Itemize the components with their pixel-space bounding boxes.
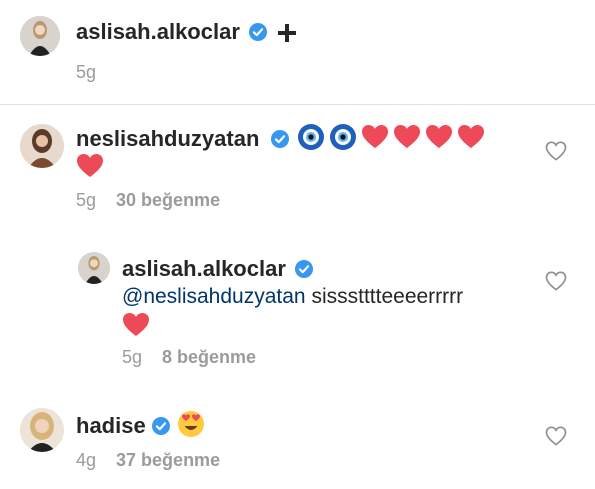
commenter-avatar[interactable] (20, 408, 64, 452)
reply-meta: 5g 8 beğenme (122, 347, 256, 368)
red-heart-icon (76, 152, 104, 180)
comment-likes[interactable]: 30 beğenme (116, 190, 220, 210)
author-avatar[interactable] (20, 16, 60, 56)
post-time: 5g (76, 62, 97, 82)
nazar-amulet-icon (329, 123, 357, 151)
mention-link[interactable]: @neslisahduzyatan (122, 285, 306, 308)
red-heart-icon (122, 311, 150, 339)
reply-likes[interactable]: 8 beğenme (162, 347, 256, 367)
like-heart-icon[interactable] (545, 271, 567, 291)
verified-badge-icon (295, 260, 313, 278)
verified-badge-icon (271, 130, 289, 148)
like-heart-icon[interactable] (545, 426, 567, 446)
verified-badge-icon (249, 23, 267, 41)
comment-username[interactable]: hadise (76, 413, 146, 439)
comment-username[interactable]: neslisahduzyatan (76, 126, 259, 152)
reply-text: @neslisahduzyatan sissstttteeeerrrrr (122, 285, 463, 309)
red-heart-icon (393, 123, 421, 151)
comment-meta: 4g 37 beğenme (76, 450, 220, 471)
heart-eyes-face-icon (177, 410, 205, 438)
reply-username[interactable]: aslisah.alkoclar (122, 256, 286, 282)
comment-time: 4g (76, 450, 97, 470)
nazar-amulet-icon (297, 123, 325, 151)
verified-badge-icon (152, 417, 170, 435)
comment-meta: 5g 30 beğenme (76, 190, 220, 211)
reply-avatar[interactable] (78, 252, 110, 284)
red-heart-icon (361, 123, 389, 151)
reply-body: sissstttteeeerrrrr (311, 285, 464, 308)
comment-time: 5g (76, 190, 97, 210)
like-heart-icon[interactable] (545, 141, 567, 161)
commenter-avatar[interactable] (20, 124, 64, 168)
red-heart-icon (457, 123, 485, 151)
red-heart-icon (425, 123, 453, 151)
follow-plus-icon[interactable] (277, 23, 297, 43)
comment-likes[interactable]: 37 beğenme (116, 450, 220, 470)
author-username[interactable]: aslisah.alkoclar (76, 19, 240, 45)
reply-time: 5g (122, 347, 143, 367)
section-divider (0, 104, 595, 105)
